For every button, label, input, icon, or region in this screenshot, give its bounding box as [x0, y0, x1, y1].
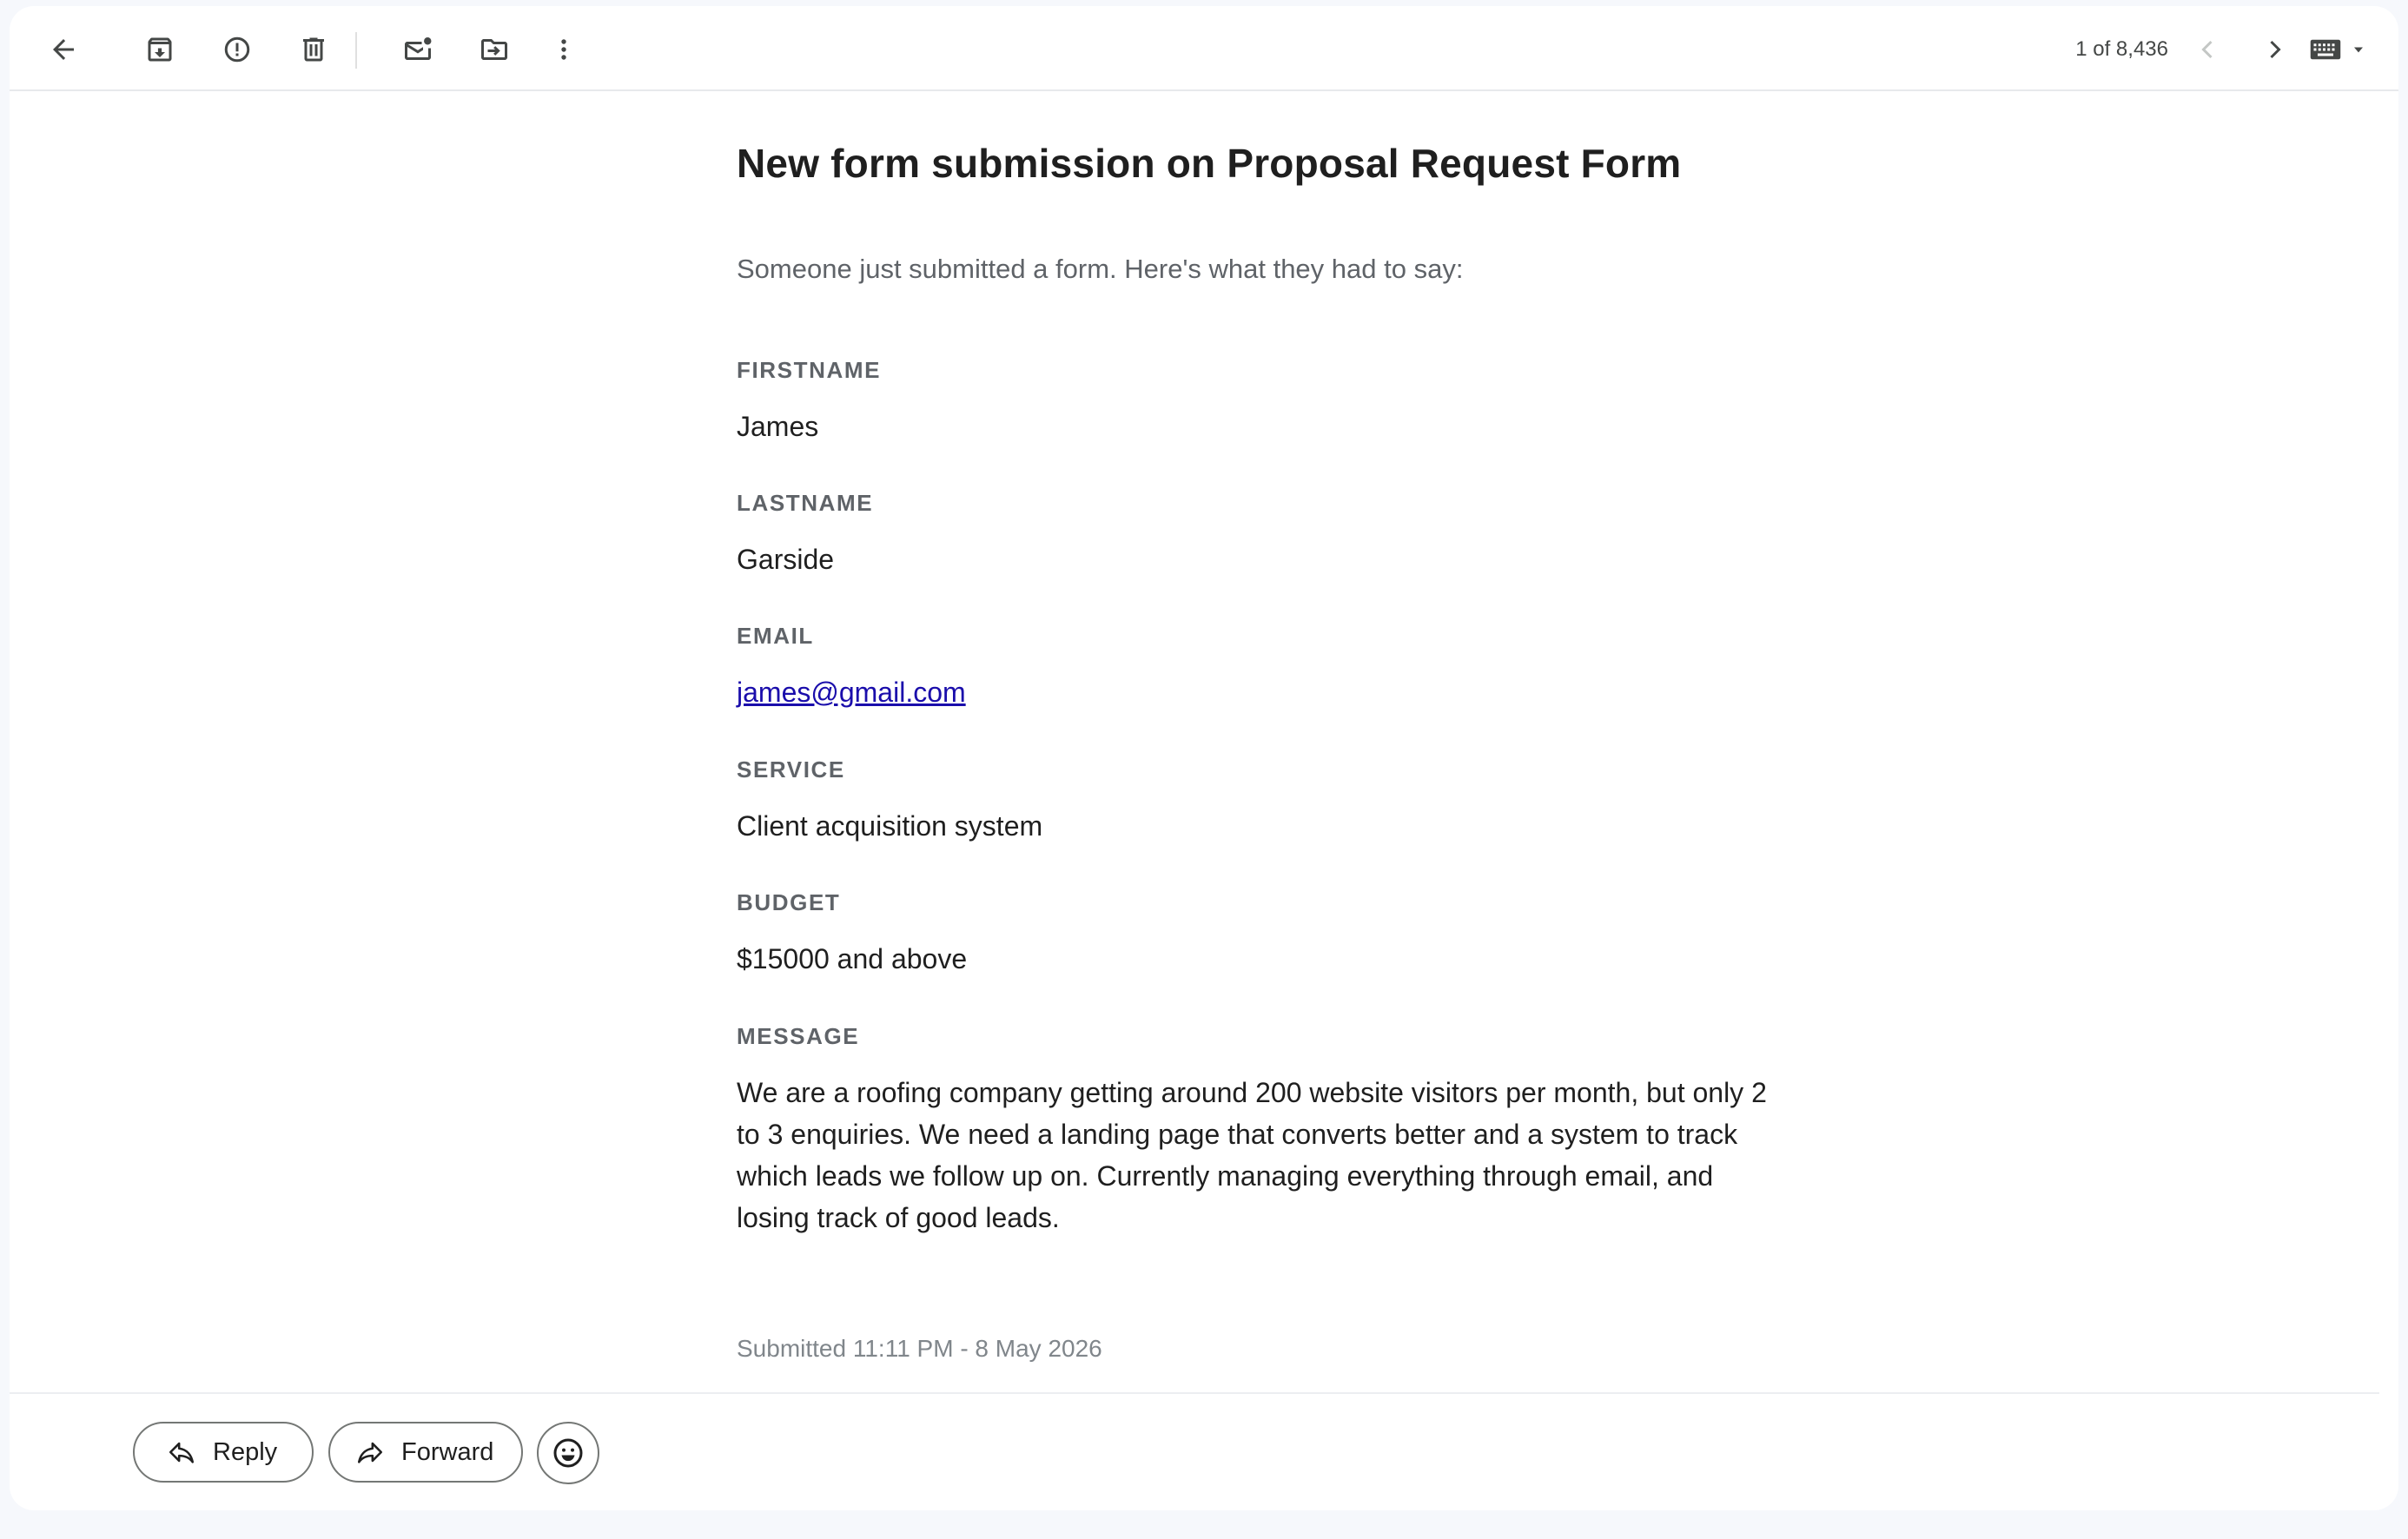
emoji-reaction-icon[interactable]	[537, 1422, 599, 1484]
archive-icon[interactable]	[136, 25, 184, 74]
report-spam-icon[interactable]	[213, 25, 261, 74]
field-label: FIRSTNAME	[737, 357, 882, 383]
chevron-left-icon[interactable]	[2183, 25, 2232, 74]
field-value: We are a roofing company getting around …	[737, 1077, 1767, 1233]
submitted-timestamp: Submitted 11:11 PM - 8 May 2026	[737, 1335, 1102, 1362]
reply-icon	[166, 1437, 197, 1468]
field-message: MESSAGE We are a roofing company getting…	[737, 1021, 1814, 1238]
back-arrow-icon[interactable]	[39, 25, 88, 74]
forward-icon	[354, 1437, 386, 1468]
field-value: Client acquisition system	[737, 810, 1043, 842]
field-value: James	[737, 411, 819, 442]
field-service: SERVICE Client acquisition system	[737, 755, 1814, 847]
field-label: BUDGET	[737, 889, 841, 915]
field-label: SERVICE	[737, 756, 845, 783]
move-to-folder-icon[interactable]	[470, 25, 519, 74]
email-subject: New form submission on Proposal Request …	[737, 141, 1682, 186]
chevron-right-icon[interactable]	[2251, 25, 2299, 74]
toolbar-divider	[355, 32, 357, 69]
field-label: LASTNAME	[737, 490, 874, 516]
reply-button[interactable]: Reply	[133, 1422, 314, 1483]
email-link[interactable]: james@gmail.com	[737, 677, 966, 708]
dropdown-arrow-icon	[2354, 47, 2363, 53]
field-budget: BUDGET $15000 and above	[737, 888, 1814, 980]
mark-unread-icon[interactable]	[394, 25, 442, 74]
field-firstname: FIRSTNAME James	[737, 355, 1814, 447]
keyboard-icon[interactable]	[2310, 32, 2379, 67]
field-label: MESSAGE	[737, 1023, 860, 1049]
email-intro: Someone just submitted a form. Here's wh…	[737, 254, 1464, 284]
email-window: 1 of 8,436 New form submission on Propos…	[10, 6, 2398, 1510]
field-value: $15000 and above	[737, 943, 968, 974]
email-toolbar: 1 of 8,436	[10, 6, 2398, 91]
field-label: EMAIL	[737, 623, 814, 649]
trash-icon[interactable]	[289, 25, 338, 74]
forward-label: Forward	[401, 1437, 494, 1466]
reply-label: Reply	[213, 1437, 278, 1466]
more-vert-icon[interactable]	[539, 25, 588, 74]
footer-divider	[10, 1392, 2379, 1394]
forward-button[interactable]: Forward	[328, 1422, 523, 1483]
field-value: Garside	[737, 544, 835, 575]
pager-count: 1 of 8,436	[2075, 37, 2168, 61]
field-email: EMAIL james@gmail.com	[737, 621, 1814, 713]
field-lastname: LASTNAME Garside	[737, 488, 1814, 580]
